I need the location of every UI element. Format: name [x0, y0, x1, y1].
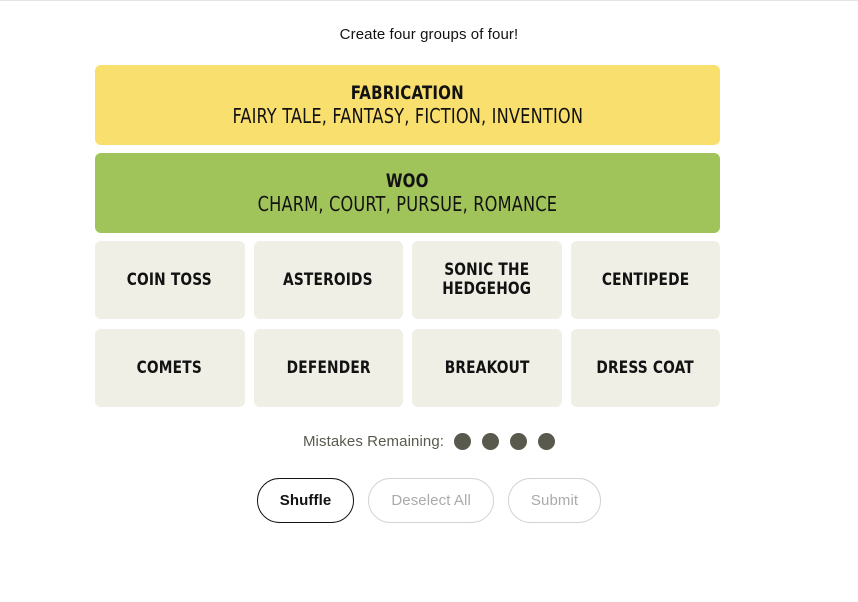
shuffle-button[interactable]: Shuffle	[256, 478, 355, 523]
puzzle-tile[interactable]: BREAKOUT	[412, 329, 562, 407]
solved-group-members: FAIRY TALE, FANTASY, FICTION, INVENTION	[232, 103, 583, 128]
solved-group-members: CHARM, COURT, PURSUE, ROMANCE	[257, 191, 558, 216]
mistake-dots	[454, 433, 556, 450]
mistake-dot	[454, 433, 472, 450]
puzzle-tile[interactable]: ASTEROIDS	[253, 241, 403, 319]
puzzle-tile-label: ASTEROIDS	[283, 269, 374, 290]
puzzle-tile-label: SONIC THE HEDGEHOG	[442, 260, 532, 299]
deselect-all-button: Deselect All	[368, 478, 494, 523]
puzzle-tile[interactable]: COIN TOSS	[95, 241, 245, 319]
game-board: FABRICATION FAIRY TALE, FANTASY, FICTION,…	[95, 65, 720, 407]
puzzle-tile-label: BREAKOUT	[444, 357, 530, 378]
puzzle-tile-label: COMETS	[137, 357, 203, 378]
submit-button: Submit	[507, 478, 602, 523]
instruction-text: Create four groups of four!	[339, 26, 519, 43]
puzzle-tile[interactable]: DRESS COAT	[570, 329, 720, 407]
solved-group-row: FABRICATION FAIRY TALE, FANTASY, FICTION,…	[95, 65, 720, 145]
solved-group-title: FABRICATION	[350, 81, 465, 104]
puzzle-tile-label: COIN TOSS	[127, 269, 213, 290]
solved-group-row: WOO CHARM, COURT, PURSUE, ROMANCE	[95, 153, 720, 233]
action-buttons: Shuffle Deselect All Submit	[0, 478, 858, 523]
connections-game: Create four groups of four! FABRICATION F…	[0, 1, 858, 523]
mistake-dot	[482, 433, 500, 450]
mistakes-label: Mistakes Remaining:	[302, 433, 445, 450]
tile-grid: COIN TOSS ASTEROIDS SONIC THE HEDGEHOG CENT…	[95, 241, 720, 407]
mistake-dot	[538, 433, 556, 450]
puzzle-tile-label: DEFENDER	[286, 357, 371, 378]
puzzle-tile[interactable]: SONIC THE HEDGEHOG	[412, 241, 562, 319]
solved-group-title: WOO	[386, 169, 429, 192]
solved-groups-container: FABRICATION FAIRY TALE, FANTASY, FICTION,…	[95, 65, 720, 233]
puzzle-tile[interactable]: CENTIPEDE	[570, 241, 720, 319]
puzzle-tile-label: CENTIPEDE	[601, 269, 689, 290]
mistake-dot	[510, 433, 528, 450]
puzzle-tile[interactable]: COMETS	[95, 329, 245, 407]
mistakes-remaining: Mistakes Remaining:	[0, 433, 858, 450]
puzzle-tile-label: DRESS COAT	[596, 357, 694, 378]
puzzle-tile[interactable]: DEFENDER	[253, 329, 403, 407]
